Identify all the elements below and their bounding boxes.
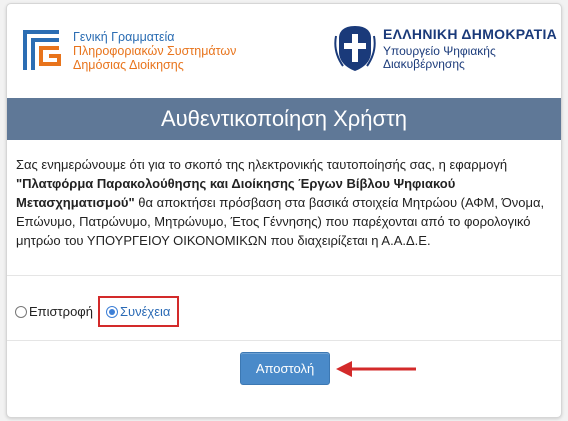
divider	[7, 340, 561, 341]
gov-line-3: Διακυβέρνησης	[383, 56, 465, 71]
gov-line-1: ΕΛΛΗΝΙΚΗ ΔΗΜΟΚΡΑΤΙΑ	[383, 25, 558, 42]
gsis-logo-text: Γενική Γραμματεία Πληροφοριακών Συστημάτ…	[73, 30, 236, 72]
auth-card: Γενική Γραμματεία Πληροφοριακών Συστημάτ…	[6, 3, 562, 418]
gsis-logo: Γενική Γραμματεία Πληροφοριακών Συστημάτ…	[15, 24, 236, 78]
radio-back-label: Επιστροφή	[29, 304, 93, 319]
choice-radio-group: Επιστροφή Συνέχεια	[15, 296, 180, 327]
gsis-line-2: Πληροφοριακών Συστημάτων	[73, 44, 237, 58]
gov-logo: ΕΛΛΗΝΙΚΗ ΔΗΜΟΚΡΑΤΙΑ Υπουργείο Ψηφιακής Δ…	[333, 22, 557, 74]
gsis-line-3: Δημόσιας Διοίκησης	[73, 58, 184, 72]
message-intro: Σας ενημερώνουμε ότι για το σκοπό της ηλ…	[16, 157, 508, 172]
gsis-line-1: Γενική Γραμματεία	[73, 30, 175, 44]
radio-continue[interactable]	[105, 305, 118, 318]
greek-coat-of-arms-icon	[334, 26, 376, 71]
highlight-box: Συνέχεια	[97, 296, 180, 327]
divider	[7, 275, 561, 276]
consent-message: Σας ενημερώνουμε ότι για το σκοπό της ηλ…	[16, 155, 556, 250]
gov-logo-text: ΕΛΛΗΝΙΚΗ ΔΗΜΟΚΡΑΤΙΑ Υπουργείο Ψηφιακής Δ…	[383, 26, 557, 71]
gsis-emblem-icon	[23, 30, 61, 70]
radio-back[interactable]	[15, 305, 27, 318]
radio-option-continue[interactable]: Συνέχεια	[105, 304, 171, 319]
red-arrow-icon	[336, 361, 416, 377]
radio-option-back[interactable]: Επιστροφή	[15, 304, 93, 319]
radio-continue-label: Συνέχεια	[119, 304, 171, 319]
submit-button[interactable]: Αποστολή	[240, 352, 330, 385]
gov-line-2: Υπουργείο Ψηφιακής	[383, 43, 496, 58]
page-title: Αυθεντικοποίηση Χρήστη	[7, 98, 561, 140]
